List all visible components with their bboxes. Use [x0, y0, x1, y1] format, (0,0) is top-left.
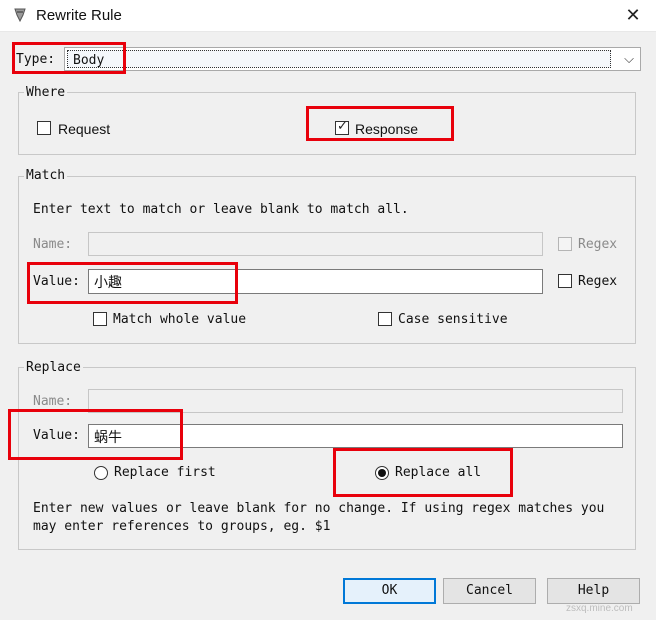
- watermark: zsxq.mine.com: [566, 603, 633, 614]
- match-value-regex-checkbox[interactable]: [558, 274, 572, 288]
- cancel-button[interactable]: Cancel: [443, 578, 536, 604]
- case-sensitive-label: Case sensitive: [398, 312, 508, 327]
- match-value-label: Value:: [33, 274, 80, 289]
- help-button[interactable]: Help: [547, 578, 640, 604]
- replace-value-label: Value:: [33, 428, 80, 443]
- radio-selected-dot: [378, 469, 386, 477]
- request-checkbox[interactable]: [37, 121, 51, 135]
- replace-note-line-1: Enter new values or leave blank for no c…: [33, 501, 605, 516]
- match-name-regex-checkbox[interactable]: [558, 237, 572, 251]
- replace-first-label: Replace first: [114, 465, 216, 480]
- match-value-regex-label: Regex: [578, 274, 618, 289]
- type-label: Type:: [16, 52, 56, 67]
- replace-all-label: Replace all: [395, 465, 482, 480]
- checkmark-icon: ✓: [337, 119, 348, 134]
- match-value-text: 小趣: [94, 275, 122, 291]
- match-name-field[interactable]: [88, 232, 543, 256]
- match-whole-value-checkbox[interactable]: [93, 312, 107, 326]
- replace-name-label: Name:: [33, 394, 73, 409]
- response-checkbox[interactable]: ✓: [335, 119, 349, 135]
- replace-group-title: Replace: [24, 360, 83, 375]
- response-label: Response: [355, 121, 419, 137]
- where-group-title: Where: [24, 85, 68, 100]
- match-instructions: Enter text to match or leave blank to ma…: [33, 202, 409, 217]
- match-whole-value-label: Match whole value: [113, 312, 247, 327]
- chevron-down-icon[interactable]: ⌵: [624, 51, 634, 67]
- replace-name-field[interactable]: [88, 389, 623, 413]
- window-title: Rewrite Rule: [36, 7, 122, 24]
- replace-note-line-2: may enter references to groups, eg. $1: [33, 519, 331, 534]
- case-sensitive-checkbox[interactable]: [378, 312, 392, 326]
- match-group-title: Match: [24, 168, 68, 183]
- type-select-focus: Body: [67, 50, 611, 68]
- app-icon: [14, 8, 26, 23]
- replace-first-radio[interactable]: [94, 466, 108, 480]
- type-select-value: Body: [73, 53, 105, 68]
- replace-value-text: 蜗牛: [94, 430, 122, 446]
- where-group: [18, 92, 636, 155]
- close-icon[interactable]: ✕: [622, 3, 644, 27]
- match-name-regex-label: Regex: [578, 237, 618, 252]
- replace-value-field[interactable]: 蜗牛: [88, 424, 623, 448]
- match-name-label: Name:: [33, 237, 73, 252]
- match-value-field[interactable]: 小趣: [88, 269, 543, 294]
- ok-button[interactable]: OK: [343, 578, 436, 604]
- replace-all-radio[interactable]: [375, 466, 389, 480]
- type-select[interactable]: Body ⌵: [64, 47, 641, 71]
- request-label: Request: [58, 121, 111, 137]
